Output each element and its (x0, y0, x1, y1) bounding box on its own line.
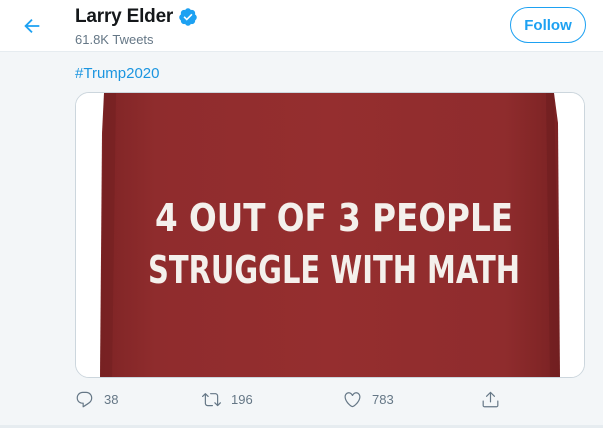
share-button[interactable] (481, 387, 500, 411)
like-count: 783 (372, 391, 394, 407)
shirt-photo: 4 OUT OF 3 PEOPLE STRUGGLE WITH MATH (76, 93, 584, 377)
share-icon (482, 391, 499, 407)
tweet-content: #Trump2020 4 OUT OF 3 PEOPLE STRUGGLE WI… (0, 52, 603, 428)
verified-badge-icon (179, 8, 197, 26)
arrow-left-icon (24, 18, 40, 34)
profile-name: Larry Elder (75, 6, 174, 27)
retweet-icon (202, 392, 221, 406)
retweet-button[interactable]: 196 (202, 387, 253, 411)
like-button[interactable]: 783 (343, 387, 394, 411)
follow-button[interactable]: Follow (510, 7, 586, 43)
tweet-image[interactable]: 4 OUT OF 3 PEOPLE STRUGGLE WITH MATH (75, 92, 585, 378)
reply-button[interactable]: 38 (75, 387, 118, 411)
reply-count: 38 (104, 391, 119, 407)
tweet-count: 61.8K Tweets (75, 32, 154, 47)
reply-icon (76, 391, 93, 407)
hashtag-link[interactable]: #Trump2020 (75, 65, 160, 82)
heart-icon (344, 391, 361, 407)
retweet-count: 196 (231, 391, 253, 407)
image-text-line-2: STRUGGLE WITH MATH (148, 248, 520, 292)
back-button[interactable] (18, 12, 46, 40)
profile-header: Larry Elder 61.8K Tweets Follow (0, 0, 603, 52)
tweet-actions: 38 196 783 (75, 387, 515, 411)
profile-title: Larry Elder 61.8K Tweets (75, 5, 198, 47)
image-text-line-1: 4 OUT OF 3 PEOPLE (155, 196, 513, 240)
